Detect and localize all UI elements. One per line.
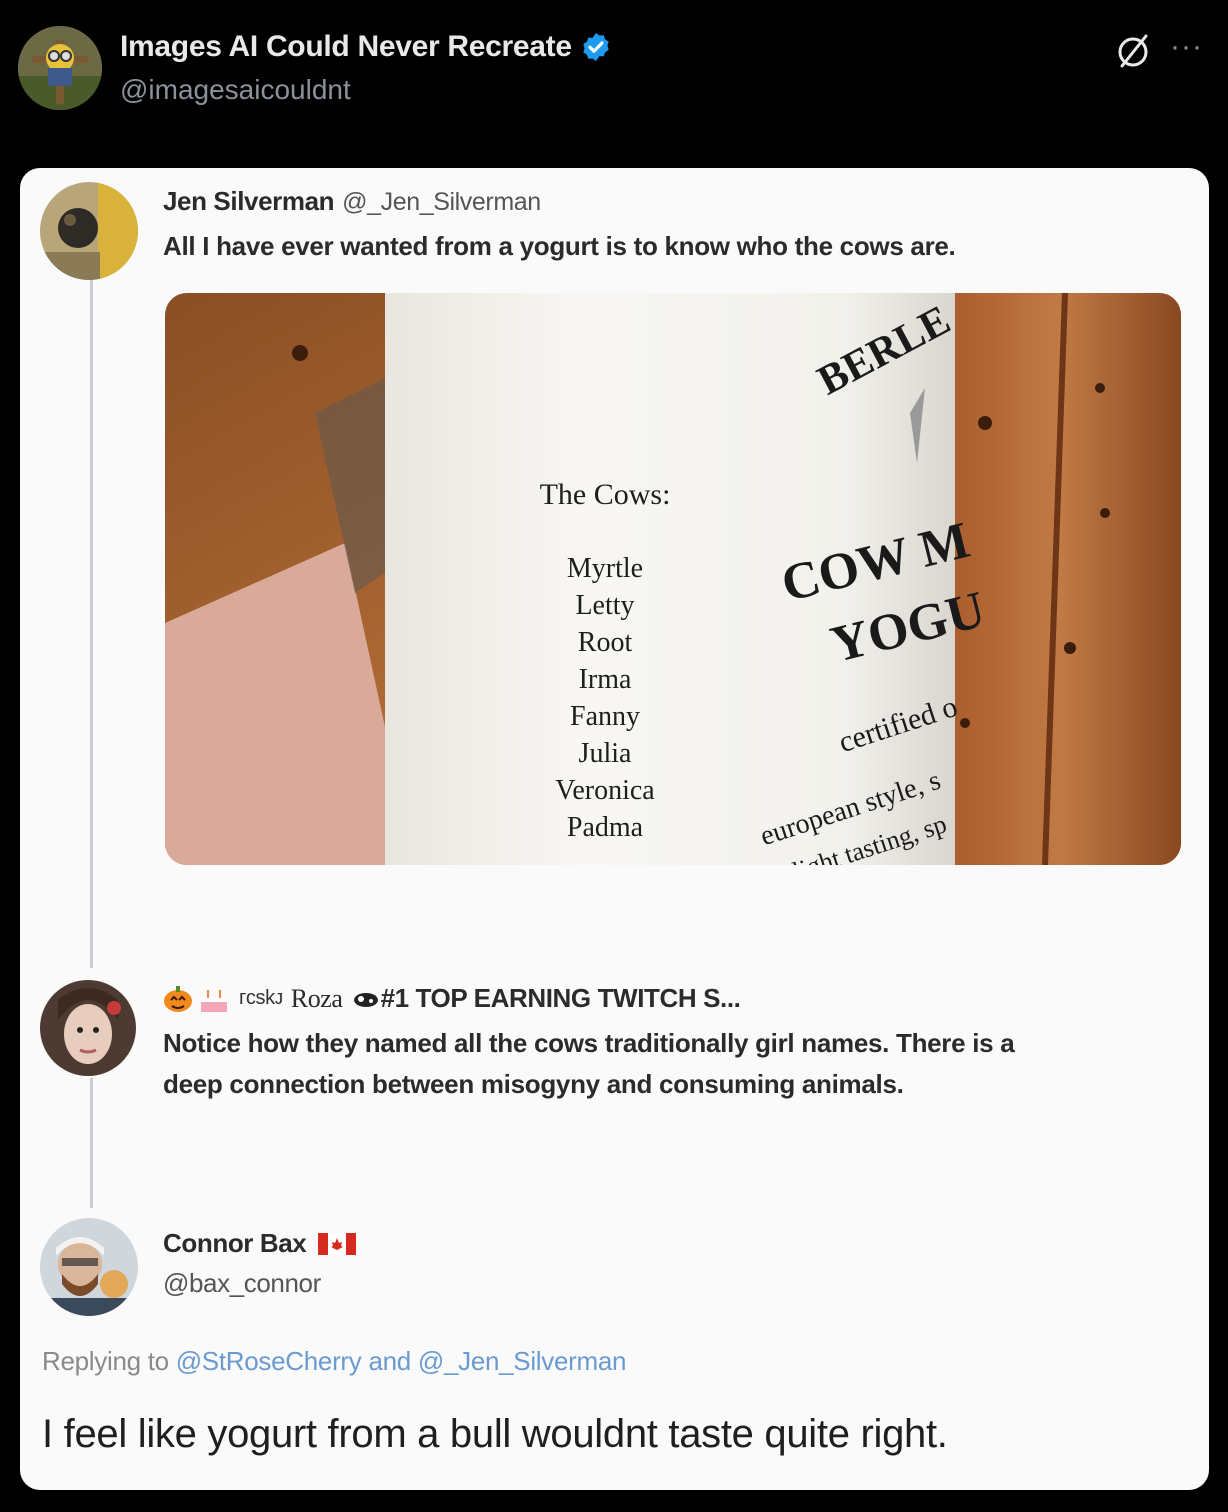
cow-name: Julia <box>578 738 632 769</box>
tweet1-handle: @_Jen_Silverman <box>342 188 541 216</box>
cow-list-title: The Cows: <box>539 478 671 511</box>
cow-name: Padma <box>566 812 644 843</box>
tweet3-handle: @bax_connor <box>163 1268 321 1298</box>
cow-name: Letty <box>575 590 635 621</box>
thread-line <box>90 1078 93 1208</box>
author-name[interactable]: Images AI Could Never Recreate <box>120 30 572 64</box>
more-options-icon[interactable]: ··· <box>1170 30 1203 64</box>
yogurt-photo: The Cows: Myrtle Letty Root Irma Fanny J… <box>165 293 1181 865</box>
author-avatar[interactable] <box>18 26 102 110</box>
tweet1-name: Jen Silverman <box>163 186 335 216</box>
cow-name: Root <box>577 627 633 658</box>
verified-badge-icon <box>583 33 609 61</box>
post-header: Images AI Could Never Recreate @imagesai… <box>18 26 1210 116</box>
tweet2-text-line2: deep connection between misogyny and con… <box>163 1069 904 1099</box>
tweet3-name: Connor Bax <box>163 1228 307 1258</box>
grok-icon[interactable] <box>1114 32 1152 70</box>
connor-avatar <box>40 1218 138 1316</box>
replying-to: Replying to @StRoseCherry and @_Jen_Silv… <box>42 1346 626 1377</box>
embedded-screenshot: Jen Silverman @_Jen_Silverman All I have… <box>20 168 1209 1490</box>
thread-line <box>90 278 93 968</box>
cow-name: Fanny <box>570 701 640 732</box>
tweet3-text: I feel like yogurt from a bull wouldnt t… <box>42 1412 948 1456</box>
tweet2-header: ᴦcskᴊ Roza #1 TOP EARNING TWITCH S... <box>163 983 741 1014</box>
author-handle[interactable]: @imagesaicouldnt <box>120 74 351 106</box>
mention-link: @_Jen_Silverman <box>417 1346 627 1376</box>
tweet1-header: Jen Silverman @_Jen_Silverman <box>163 186 541 217</box>
cow-name: Veronica <box>555 775 655 806</box>
canada-flag-icon <box>318 1232 357 1255</box>
jen-avatar <box>40 182 138 280</box>
tweet2-text-line1: Notice how they named all the cows tradi… <box>163 1028 1015 1058</box>
cow-emoji-icon <box>353 992 378 1007</box>
tweet3-header: Connor Bax <box>163 1228 357 1259</box>
roza-avatar <box>40 980 136 1076</box>
author-name-row: Images AI Could Never Recreate <box>120 30 612 64</box>
tweet2-name-prefix: ᴦcskᴊ <box>239 987 283 1009</box>
tweet2-name-suffix: #1 TOP EARNING TWITCH S... <box>380 983 741 1013</box>
cow-list: The Cows: Myrtle Letty Root Irma Fanny J… <box>455 478 755 846</box>
pumpkin-cake-emoji-icon <box>164 985 227 1012</box>
cow-name: Myrtle <box>566 553 644 584</box>
cow-name: Irma <box>578 664 632 695</box>
mention-link: @StRoseCherry <box>175 1346 362 1376</box>
tweet2-name: Roza <box>290 983 343 1013</box>
replying-and: and <box>368 1346 411 1376</box>
tweet1-text: All I have ever wanted from a yogurt is … <box>163 231 956 261</box>
replying-prefix: Replying to <box>42 1346 169 1376</box>
